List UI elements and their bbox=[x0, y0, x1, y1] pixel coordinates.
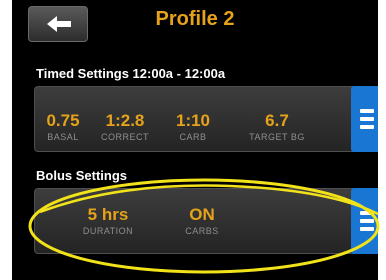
basal-value: 0.75 bbox=[46, 111, 80, 130]
timed-settings-heading: Timed Settings 12:00a - 12:00a bbox=[36, 66, 226, 81]
timed-settings-menu-button[interactable] bbox=[351, 86, 378, 152]
target-bg-field: 6.7 TARGET BG bbox=[239, 111, 315, 143]
bolus-settings-menu-button[interactable] bbox=[351, 188, 378, 254]
duration-field: 5 hrs DURATION bbox=[75, 205, 141, 237]
carb-ratio-label: CARB bbox=[179, 132, 207, 142]
basal-field: 0.75 BASAL bbox=[43, 111, 83, 143]
bolus-settings-panel[interactable]: 5 hrs DURATION ON CARBS bbox=[34, 188, 378, 254]
target-bg-value: 6.7 bbox=[265, 111, 289, 130]
carbs-value: ON bbox=[189, 205, 215, 224]
timed-settings-panel[interactable]: 0.75 BASAL 1:2.8 CORRECT 1:10 CARB 6.7 T… bbox=[34, 86, 378, 152]
pump-screen: Profile 2 Timed Settings 12:00a - 12:00a… bbox=[12, 0, 378, 280]
target-bg-label: TARGET BG bbox=[249, 132, 305, 142]
duration-value: 5 hrs bbox=[87, 205, 129, 224]
bolus-settings-heading: Bolus Settings bbox=[36, 168, 128, 183]
carb-ratio-value: 1:10 bbox=[175, 111, 211, 130]
duration-label: DURATION bbox=[82, 226, 134, 236]
page-title: Profile 2 bbox=[155, 8, 235, 30]
carbs-label: CARBS bbox=[185, 226, 219, 236]
correct-label: CORRECT bbox=[101, 132, 149, 142]
carbs-field: ON CARBS bbox=[177, 205, 227, 237]
correct-value: 1:2.8 bbox=[105, 111, 145, 130]
correct-field: 1:2.8 CORRECT bbox=[97, 111, 153, 143]
carb-ratio-field: 1:10 CARB bbox=[169, 111, 217, 143]
basal-label: BASAL bbox=[47, 132, 79, 142]
